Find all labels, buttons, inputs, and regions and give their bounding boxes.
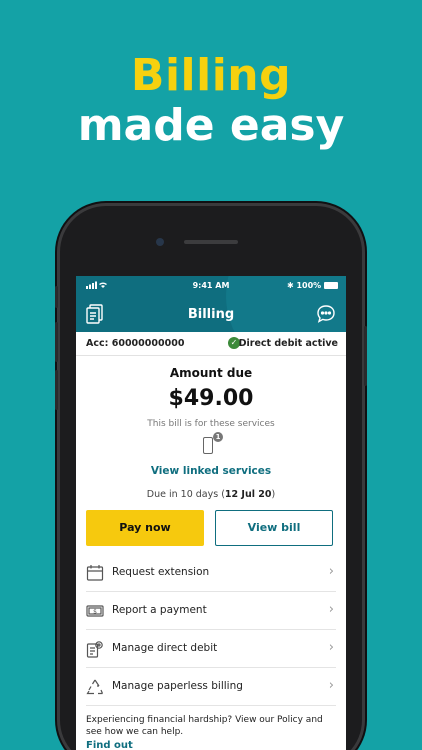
mobile-device-icon <box>203 437 213 454</box>
front-camera <box>156 238 164 246</box>
action-buttons: Pay now View bill <box>76 510 346 546</box>
hardship-text: Experiencing financial hardship? View ou… <box>86 715 323 737</box>
direct-debit-status: Direct debit active <box>238 338 338 349</box>
mute-switch <box>55 286 58 308</box>
battery-icon <box>324 282 338 289</box>
chat-icon[interactable] <box>316 304 336 324</box>
due-date-text: Due in 10 days (12 Jul 20) <box>146 489 276 500</box>
menu-item-label: Request extension <box>112 566 210 578</box>
status-bar: 9:41 AM ✱ 100% <box>76 276 346 294</box>
pay-now-button[interactable]: Pay now <box>86 510 204 546</box>
bill-settings-icon <box>86 640 104 658</box>
menu-item-label: Report a payment <box>112 604 207 616</box>
amount-due-label: Amount due <box>169 366 253 380</box>
app-screen: 9:41 AM ✱ 100% Billing Acc: 60000000000 … <box>76 276 346 750</box>
phone-frame: 9:41 AM ✱ 100% Billing Acc: 60000000000 … <box>55 206 367 750</box>
find-out-link[interactable]: Find out <box>86 740 336 750</box>
billing-menu: Request extension › $ Report a payment › <box>76 554 346 706</box>
volume-down-button <box>55 370 58 410</box>
menu-item-manage-direct-debit[interactable]: Manage direct debit › <box>86 630 336 668</box>
calendar-icon <box>86 564 104 582</box>
menu-item-request-extension[interactable]: Request extension › <box>86 554 336 592</box>
menu-item-label: Manage direct debit <box>112 642 218 654</box>
cash-icon: $ <box>86 602 104 620</box>
account-number: Acc: 60000000000 <box>86 338 185 349</box>
chevron-right-icon: › <box>328 602 334 617</box>
chevron-right-icon: › <box>328 678 334 693</box>
volume-up-button <box>55 322 58 362</box>
recycle-icon <box>86 678 104 696</box>
amount-due-value: $49.00 <box>168 386 254 411</box>
chevron-right-icon: › <box>328 640 334 655</box>
account-bar: Acc: 60000000000 ✓ Direct debit active <box>76 332 346 356</box>
menu-item-manage-paperless-billing[interactable]: Manage paperless billing › <box>86 668 336 706</box>
headline-billing: Billing <box>130 50 292 101</box>
battery-status: ✱ 100% <box>287 281 338 290</box>
due-date: 12 Jul 20 <box>224 489 272 500</box>
power-button <box>364 326 367 386</box>
battery-percent: 100% <box>296 281 322 290</box>
services-caption: This bill is for these services <box>147 419 275 429</box>
menu-item-report-payment[interactable]: $ Report a payment › <box>86 592 336 630</box>
bluetooth-icon: ✱ <box>286 281 294 290</box>
menu-item-label: Manage paperless billing <box>112 680 243 692</box>
linked-service-indicator: 1 <box>76 431 346 459</box>
app-bar: 9:41 AM ✱ 100% Billing <box>76 276 346 332</box>
earpiece <box>184 240 238 244</box>
page-title: Billing <box>187 307 235 322</box>
view-linked-services-link[interactable]: View linked services <box>76 465 346 477</box>
view-bill-button[interactable]: View bill <box>215 510 333 546</box>
service-count-badge: 1 <box>213 432 223 442</box>
chevron-right-icon: › <box>328 564 334 579</box>
svg-text:$: $ <box>93 608 97 615</box>
headline-made-easy: made easy <box>77 100 345 151</box>
